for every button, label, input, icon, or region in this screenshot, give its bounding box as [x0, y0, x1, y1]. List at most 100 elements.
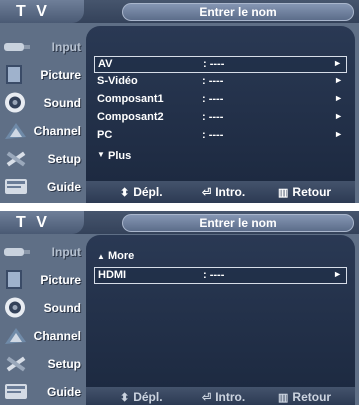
sidebar-item-setup[interactable]: Setup	[0, 351, 84, 376]
speaker-icon	[5, 92, 25, 113]
menu-panel: ▲ More HDMI : ---- ►	[86, 235, 355, 387]
osd-screen-2: T V Entrer le nom Input Picture Sound Ch…	[0, 211, 359, 405]
enter-icon: ⏎	[202, 187, 212, 199]
title-bar: T V Entrer le nom	[0, 211, 359, 234]
arrow-right-icon: ►	[334, 111, 343, 121]
sidebar-item-label: Channel	[33, 124, 81, 138]
updown-arrow-icon: ⬍	[120, 187, 130, 199]
sidebar-item-channel[interactable]: Channel	[0, 323, 84, 348]
row-value: : ----	[202, 129, 224, 141]
channel-antenna-icon	[5, 328, 26, 344]
more-label-wrap: ▼ Plus	[97, 150, 131, 162]
sidebar-item-label: Sound	[43, 301, 81, 315]
updown-arrow-icon: ⬍	[120, 392, 130, 404]
sidebar: Input Picture Sound Channel Setup Guide	[0, 23, 84, 203]
row-label: S-Vidéo	[97, 75, 138, 87]
row-value: : ----	[203, 58, 225, 70]
speaker-icon	[5, 297, 25, 318]
more-label: More	[107, 250, 135, 262]
row-value: : ----	[202, 111, 224, 123]
footer-return-label: Retour	[292, 390, 332, 404]
menu-panel: AV : ---- ► S-Vidéo : ---- ► Composant1 …	[86, 26, 355, 181]
title-bar: T V Entrer le nom	[0, 0, 359, 23]
page-title: Entrer le nom	[122, 214, 354, 232]
arrow-right-icon: ►	[333, 58, 342, 68]
sidebar-item-label: Picture	[40, 68, 81, 82]
more-label: Plus	[107, 150, 132, 162]
menu-row-hdmi[interactable]: HDMI : ---- ►	[94, 267, 347, 284]
footer-enter-label: Intro.	[215, 185, 246, 199]
sidebar-item-label: Input	[51, 40, 81, 54]
row-label: Composant1	[97, 93, 164, 105]
sidebar-item-guide[interactable]: Guide	[0, 379, 84, 404]
sidebar-item-picture[interactable]: Picture	[0, 62, 84, 87]
sidebar-item-input[interactable]: Input	[0, 34, 84, 59]
row-label: AV	[98, 58, 113, 70]
more-label-wrap: ▲ More	[97, 250, 134, 262]
sidebar-item-setup[interactable]: Setup	[0, 146, 84, 171]
footer-move: ⬍ Dépl.	[120, 390, 163, 404]
sidebar-item-input[interactable]: Input	[0, 239, 84, 264]
sidebar-item-sound[interactable]: Sound	[0, 90, 84, 115]
footer-bar: ⬍ Dépl. ⏎ Intro. ▥ Retour	[86, 181, 355, 203]
arrow-up-icon: ▲	[97, 252, 105, 261]
input-plug-icon	[4, 248, 30, 256]
footer-return: ▥ Retour	[278, 390, 331, 404]
sidebar-item-guide[interactable]: Guide	[0, 174, 84, 199]
footer-enter: ⏎ Intro.	[202, 390, 245, 404]
picture-icon	[6, 270, 22, 289]
arrow-right-icon: ►	[334, 129, 343, 139]
footer-return-label: Retour	[292, 185, 332, 199]
return-icon: ▥	[278, 187, 289, 199]
footer-enter: ⏎ Intro.	[202, 185, 245, 199]
sidebar-item-sound[interactable]: Sound	[0, 295, 84, 320]
arrow-right-icon: ►	[334, 75, 343, 85]
sidebar-item-label: Sound	[43, 96, 81, 110]
program-guide-icon	[5, 179, 27, 194]
sidebar-item-label: Guide	[46, 385, 81, 399]
sidebar-item-picture[interactable]: Picture	[0, 267, 84, 292]
program-guide-icon	[5, 384, 27, 399]
page-title: Entrer le nom	[122, 3, 354, 21]
row-label: HDMI	[98, 269, 127, 281]
row-label: PC	[97, 129, 113, 141]
tv-tab: T V	[0, 0, 84, 23]
menu-row-composant2[interactable]: Composant2 : ---- ►	[94, 110, 347, 125]
menu-row-more[interactable]: ▼ Plus	[94, 146, 347, 162]
input-plug-icon	[4, 43, 30, 51]
footer-move: ⬍ Dépl.	[120, 185, 163, 199]
footer-move-label: Dépl.	[133, 185, 163, 199]
menu-row-s-video[interactable]: S-Vidéo : ---- ►	[94, 74, 347, 89]
setup-tools-icon	[6, 356, 26, 372]
sidebar-item-label: Guide	[46, 180, 81, 194]
channel-antenna-icon	[5, 123, 26, 139]
menu-row-composant1[interactable]: Composant1 : ---- ►	[94, 92, 347, 107]
sidebar-item-label: Setup	[47, 357, 81, 371]
picture-icon	[6, 65, 22, 84]
sidebar-item-label: Picture	[40, 273, 81, 287]
arrow-right-icon: ►	[334, 93, 343, 103]
return-icon: ▥	[278, 392, 289, 404]
sidebar-item-label: Channel	[33, 329, 81, 343]
arrow-right-icon: ►	[333, 269, 342, 279]
row-value: : ----	[203, 269, 225, 281]
row-value: : ----	[202, 75, 224, 87]
footer-move-label: Dépl.	[133, 390, 163, 404]
row-label: Composant2	[97, 111, 164, 123]
footer-return: ▥ Retour	[278, 185, 331, 199]
footer-bar: ⬍ Dépl. ⏎ Intro. ▥ Retour	[86, 387, 355, 405]
arrow-down-icon: ▼	[97, 150, 105, 159]
osd-screen-1: T V Entrer le nom Input Picture Sound Ch…	[0, 0, 359, 203]
enter-icon: ⏎	[202, 392, 212, 404]
menu-row-more[interactable]: ▲ More	[94, 249, 347, 264]
menu-row-pc[interactable]: PC : ---- ►	[94, 128, 347, 143]
sidebar: Input Picture Sound Channel Setup Guide	[0, 234, 84, 405]
setup-tools-icon	[6, 151, 26, 167]
sidebar-item-channel[interactable]: Channel	[0, 118, 84, 143]
tv-tab: T V	[0, 211, 84, 234]
sidebar-item-label: Input	[51, 245, 81, 259]
sidebar-item-label: Setup	[47, 152, 81, 166]
menu-row-av[interactable]: AV : ---- ►	[94, 56, 347, 73]
footer-enter-label: Intro.	[215, 390, 246, 404]
row-value: : ----	[202, 93, 224, 105]
